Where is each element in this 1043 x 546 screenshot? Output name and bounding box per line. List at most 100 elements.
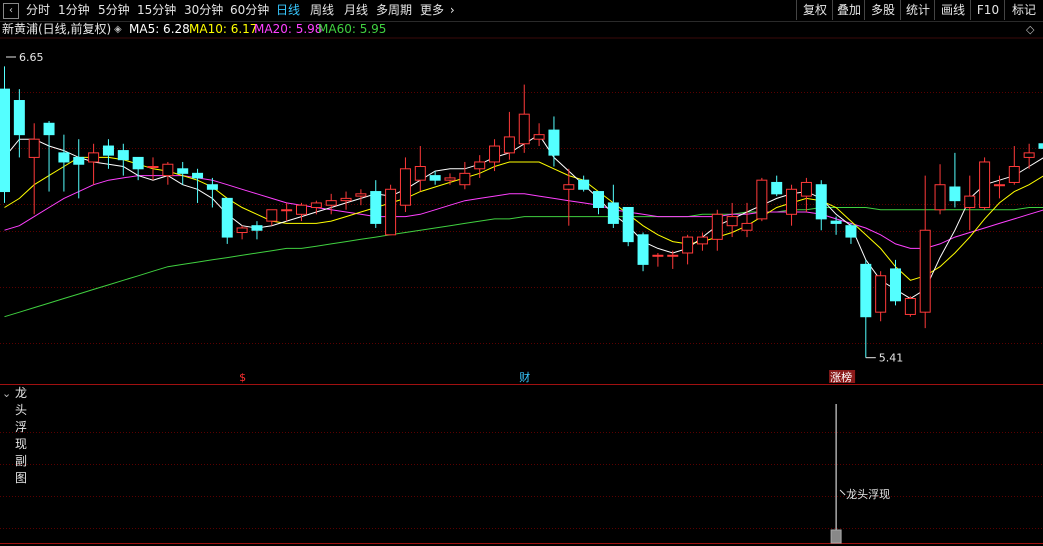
candle (162, 161, 174, 185)
candle-body (845, 225, 857, 238)
candle (206, 177, 218, 208)
candle-body (162, 163, 174, 177)
candlestick-series (0, 66, 1043, 358)
candle-body (132, 156, 144, 170)
event-marker-finance[interactable]: 财 (519, 370, 530, 384)
candle (385, 184, 397, 236)
candle-body (741, 222, 753, 231)
candle-body (251, 225, 263, 231)
candle-body (236, 227, 248, 234)
candle-body (949, 186, 961, 202)
candle (979, 157, 991, 210)
chart-annotations: 6.65 5.41 $ 财 涨榜 (6, 51, 903, 384)
ma20-line (4, 175, 1043, 249)
candle-body (489, 145, 501, 163)
candle (489, 139, 501, 172)
candle-body (325, 200, 337, 206)
candle (236, 225, 248, 240)
candle-body (726, 216, 738, 227)
ma60-line (4, 207, 1043, 318)
moving-average-lines (4, 134, 1043, 318)
candle-body (875, 275, 887, 313)
candle-body (518, 113, 530, 145)
candle (147, 157, 159, 181)
candle-body (503, 136, 515, 154)
signal-pointer (839, 489, 846, 496)
candle-body (58, 152, 70, 163)
high-price-label: 6.65 (19, 51, 44, 64)
candle (919, 175, 931, 329)
candle-body (474, 161, 486, 170)
candle (890, 259, 901, 306)
candle (904, 296, 916, 317)
candle-body (385, 188, 397, 236)
candle-body (459, 172, 471, 186)
candle (548, 116, 560, 167)
candle-body (281, 209, 293, 212)
candle-body (414, 166, 426, 181)
candle-body (310, 202, 322, 208)
event-marker-zhangbang[interactable]: 涨榜 (830, 370, 852, 384)
candle-body (206, 184, 218, 190)
candle (593, 191, 604, 215)
candle (251, 221, 263, 240)
candle-body (682, 236, 694, 254)
candle (578, 175, 590, 192)
candle (518, 84, 530, 153)
candle-body (43, 122, 55, 136)
candle-body (399, 168, 411, 206)
candle-body (221, 197, 233, 238)
candle-body (904, 298, 916, 315)
candle-body (0, 88, 10, 193)
candle (0, 66, 10, 203)
candle (177, 161, 189, 185)
candle (13, 89, 25, 158)
candle (266, 209, 278, 226)
kline-chart[interactable]: 6.65 5.41 $ 财 涨榜 龙头浮现 (0, 0, 1043, 546)
candle (88, 143, 100, 185)
candle-body (786, 188, 798, 215)
candle-body (993, 184, 1005, 187)
candle-body (340, 197, 352, 202)
candle (28, 123, 40, 215)
candle (533, 123, 545, 147)
candle-body (13, 100, 25, 136)
candle (830, 216, 842, 235)
candle (637, 232, 649, 272)
candle-body (756, 179, 768, 220)
candle-body (607, 202, 619, 224)
event-marker-dollar[interactable]: $ (239, 371, 246, 384)
candle-body (548, 129, 560, 156)
candle-body (355, 193, 367, 197)
candle-body (266, 209, 278, 222)
candle (622, 206, 634, 247)
candle-body (444, 177, 456, 181)
candle-body (919, 229, 931, 313)
candle-body (934, 184, 946, 211)
candle (459, 161, 471, 190)
candle-body (771, 181, 783, 195)
candle-body (860, 263, 872, 318)
candle-body (652, 254, 664, 257)
candle-body (533, 134, 545, 140)
candle-body (800, 181, 812, 197)
signal-block (830, 529, 842, 544)
candle (756, 177, 768, 222)
candle (296, 202, 307, 222)
candle (221, 197, 233, 244)
candle-body (296, 204, 307, 215)
candle (845, 223, 857, 244)
candle (414, 146, 426, 192)
candle-body (28, 138, 40, 158)
candle-body (578, 179, 590, 190)
candle-body (370, 191, 382, 224)
candle (875, 271, 887, 322)
candle (711, 209, 723, 251)
candle (800, 177, 812, 213)
candle (281, 202, 293, 222)
candle (860, 259, 872, 358)
candle-body (177, 168, 189, 174)
candle (192, 168, 204, 203)
candle (563, 168, 575, 226)
candle (340, 191, 352, 210)
